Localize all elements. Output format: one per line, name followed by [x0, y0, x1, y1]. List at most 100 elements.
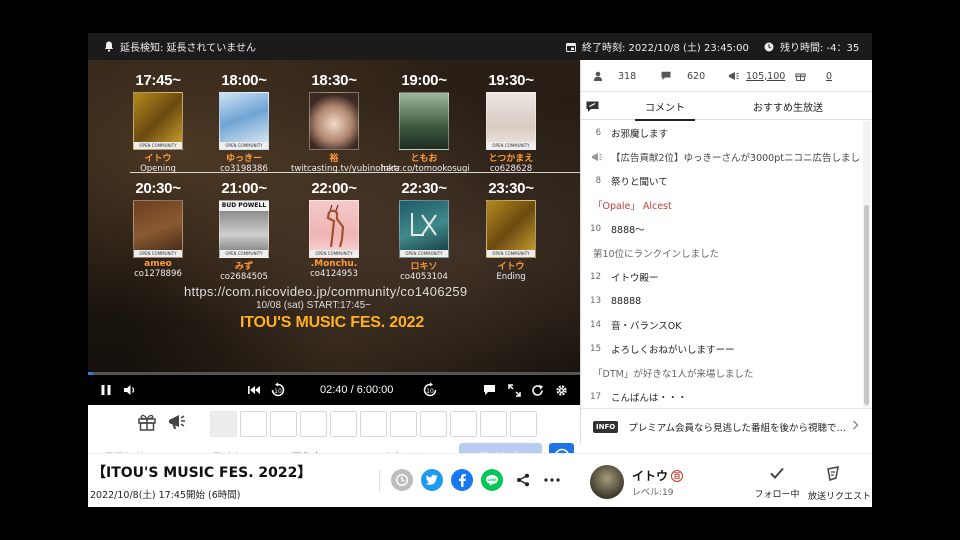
tab-comments[interactable]: コメント	[635, 93, 695, 121]
comment-row-system: 第10位にランクインしました	[593, 249, 720, 260]
expand-icon	[508, 383, 521, 397]
fullscreen-button[interactable]	[508, 375, 521, 405]
comment-text: イトウ殿ー	[611, 273, 659, 284]
calendar-icon	[566, 42, 576, 52]
skip-to-start-button[interactable]	[247, 375, 261, 405]
emote-slot[interactable]	[510, 411, 537, 437]
thumb-text: BUD POWELL	[221, 202, 267, 209]
megaphone-icon	[581, 152, 611, 162]
emote-slot[interactable]	[390, 411, 417, 437]
slot-name: みず	[234, 262, 253, 272]
emote-slot[interactable]	[360, 411, 387, 437]
share-twitter-button[interactable]	[421, 469, 443, 491]
comment-toggle-button[interactable]	[483, 375, 496, 405]
slot-name: イトウ	[144, 154, 172, 164]
svg-text:10: 10	[274, 388, 282, 395]
slot-name: ゆっきー	[225, 154, 262, 164]
emote-slot[interactable]	[330, 411, 357, 437]
skip-back-icon	[248, 386, 260, 394]
tab-recommended[interactable]: おすすめ生放送	[753, 93, 823, 120]
share-icon	[517, 473, 529, 487]
schedule-divider	[130, 172, 580, 173]
bell-icon	[104, 41, 114, 52]
stats-bar: 318 620 105,100 0	[581, 60, 872, 92]
volume-button[interactable]	[123, 375, 137, 405]
chevron-right-icon	[852, 420, 859, 433]
gift-bar	[88, 405, 580, 439]
comment-row: 8 祭りと聞いて	[581, 169, 861, 193]
emote-slot[interactable]	[450, 411, 477, 437]
emote-slot[interactable]	[420, 411, 447, 437]
comment-row: 10 8888～	[581, 217, 861, 241]
comment-text: こんばんは・・・	[611, 393, 688, 404]
comment-row: 17 こんばんは・・・	[581, 385, 861, 407]
slot-thumbnail: OPEN COMMUNITY	[309, 200, 359, 258]
comment-number: 8	[595, 176, 601, 186]
comment-text: 【広告貢献2位】ゆっきーさんが3000ptニコニ広告しました	[611, 153, 861, 164]
schedule-slot: 17:45~ OPEN COMMUNITY イトウ Opening	[115, 72, 201, 174]
broadcaster-name[interactable]: イトウ	[632, 467, 668, 484]
comment-row: 14 音・バランスOK	[581, 313, 861, 337]
comment-text: よろしくおねがいしますーー	[611, 345, 735, 356]
antelope-figure	[326, 204, 345, 248]
nicoad-button[interactable]	[167, 412, 187, 435]
share-button[interactable]	[512, 469, 534, 491]
slot-time: 20:30~	[135, 180, 181, 197]
reload-button[interactable]	[531, 375, 544, 405]
slot-thumbnail: OPEN COMMUNITY	[219, 92, 269, 150]
slot-thumbnail: BUD POWELL OPEN COMMUNITY	[219, 200, 269, 258]
share-facebook-button[interactable]	[451, 469, 473, 491]
emote-slot[interactable]	[480, 411, 507, 437]
emote-slot[interactable]	[300, 411, 327, 437]
comment-list[interactable]: 6 お邪魔します 【広告貢献2位】ゆっきーさんが3000ptニコニ広告しました 8…	[581, 121, 872, 407]
slot-time: 19:30~	[488, 72, 534, 89]
gift-button[interactable]	[137, 412, 157, 435]
settings-button[interactable]	[555, 375, 568, 405]
emote-slot[interactable]	[270, 411, 297, 437]
more-button[interactable]	[541, 469, 563, 491]
thumb-caption: OPEN COMMUNITY	[220, 142, 268, 149]
scrollbar-thumb[interactable]	[864, 205, 869, 405]
person-icon	[593, 71, 603, 81]
info-tag: INFO	[593, 420, 619, 433]
player-controls: 10 02:40 / 6:00:00 10	[88, 375, 580, 405]
thumb-caption: OPEN COMMUNITY	[487, 142, 535, 149]
comment-bubble-icon	[484, 385, 495, 395]
broadcaster-name-row[interactable]: イトウ 百	[632, 467, 684, 484]
nicoad-points[interactable]: 105,100	[728, 60, 785, 92]
comment-count: 620	[661, 60, 705, 92]
comment-row: 15 よろしくおねがいしますーー	[581, 337, 861, 361]
emote-slot[interactable]	[210, 411, 237, 437]
slot-time: 22:30~	[401, 180, 447, 197]
follow-button[interactable]: フォロー中	[752, 466, 802, 500]
speaker-icon	[124, 385, 135, 395]
panel-tabs: コメント おすすめ生放送	[581, 93, 872, 121]
thumb-caption: OPEN COMMUNITY	[134, 142, 182, 149]
event-date: 10/08 (sat) START:17:45~	[256, 300, 371, 311]
slot-name: とつかまえ	[488, 154, 534, 164]
broadcast-request-button[interactable]: 放送リクエスト	[808, 466, 871, 502]
comment-list-toggle[interactable]	[586, 93, 599, 120]
gift-count-value[interactable]: 0	[826, 71, 832, 82]
emote-slot[interactable]	[240, 411, 267, 437]
slot-time: 22:00~	[311, 180, 357, 197]
nicoad-points-value[interactable]: 105,100	[746, 71, 785, 82]
comment-scrollbar[interactable]	[863, 121, 870, 407]
video-player[interactable]: 17:45~ OPEN COMMUNITY イトウ Opening 18:00~…	[88, 60, 580, 372]
comment-text: 8888～	[611, 225, 645, 236]
program-date: 2022/10/8(土) 17:45開始 (6時間)	[90, 490, 241, 501]
timer-button[interactable]	[391, 469, 413, 491]
rewind-10-button[interactable]: 10	[270, 375, 286, 405]
slot-thumbnail: OPEN COMMUNITY	[133, 200, 183, 258]
pause-button[interactable]	[100, 375, 112, 405]
share-line-button[interactable]: LINE	[481, 469, 503, 491]
gift-icon	[795, 73, 806, 81]
avatar[interactable]	[590, 465, 624, 499]
info-banner[interactable]: INFO プレミアム会員なら見逃した番組を後から視聴で…	[581, 408, 872, 444]
pause-icon	[101, 385, 111, 395]
forward-10-button[interactable]: 10	[422, 375, 438, 405]
schedule-slot: 20:30~ OPEN COMMUNITY ameo co1278896	[115, 180, 201, 279]
rewind-10-icon: 10	[271, 382, 285, 397]
gift-count[interactable]: 0	[795, 60, 832, 92]
slot-time: 18:00~	[221, 72, 267, 89]
